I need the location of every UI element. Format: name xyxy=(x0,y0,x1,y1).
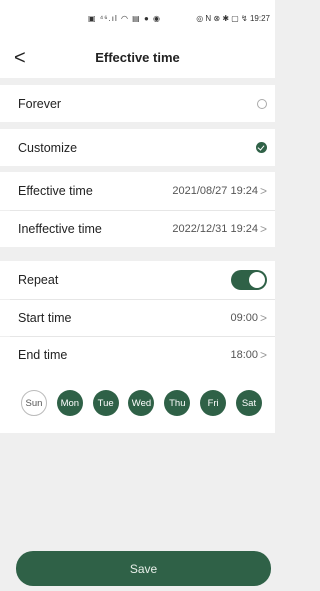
status-bar: ▣ ⁴⁶.ıl ◠ ▤ ● ◉ ◎ N ⊗ ✱ ▢ ↯ 19:27 xyxy=(0,0,275,38)
chevron-right-icon: > xyxy=(259,348,267,362)
day-tue[interactable]: Tue xyxy=(92,390,119,416)
status-clock: ◎ N ⊗ ✱ ▢ ↯ 19:27 xyxy=(196,14,270,23)
start-time-value: 09:00 xyxy=(230,312,258,324)
option-customize[interactable]: Customize xyxy=(0,129,275,166)
chevron-right-icon: > xyxy=(259,184,267,198)
effective-time-value: 2021/08/27 19:24 xyxy=(172,185,258,197)
nav-bar: < Effective time xyxy=(0,38,275,78)
option-forever[interactable]: Forever xyxy=(0,85,275,122)
page-title: Effective time xyxy=(95,50,180,65)
effective-time-label: Effective time xyxy=(18,184,93,198)
ineffective-time-value: 2022/12/31 19:24 xyxy=(172,223,258,235)
end-time-value: 18:00 xyxy=(230,349,258,361)
day-wed[interactable]: Wed xyxy=(128,390,155,416)
radio-checked-icon[interactable] xyxy=(256,142,267,153)
end-time-label: End time xyxy=(18,348,68,362)
repeat-label: Repeat xyxy=(18,273,59,287)
chevron-right-icon: > xyxy=(259,222,267,236)
weekday-selector: Sun Mon Tue Wed Thu Fri Sat xyxy=(0,373,275,433)
day-fri[interactable]: Fri xyxy=(200,390,227,416)
day-thu[interactable]: Thu xyxy=(164,390,191,416)
ineffective-time-row[interactable]: Ineffective time 2022/12/31 19:24 > xyxy=(0,211,275,247)
status-icons: ▣ ⁴⁶.ıl ◠ ▤ ● ◉ xyxy=(88,14,161,23)
end-time-row[interactable]: End time 18:00 > xyxy=(0,337,275,373)
day-mon[interactable]: Mon xyxy=(56,390,83,416)
toggle-knob xyxy=(249,272,265,288)
option-customize-label: Customize xyxy=(18,140,78,155)
radio-unchecked-icon[interactable] xyxy=(257,98,267,109)
chevron-right-icon: > xyxy=(259,311,267,325)
day-sun[interactable]: Sun xyxy=(21,390,47,416)
repeat-row: Repeat xyxy=(0,261,275,299)
start-time-row[interactable]: Start time 09:00 > xyxy=(0,300,275,336)
effective-time-row[interactable]: Effective time 2021/08/27 19:24 > xyxy=(0,172,275,210)
start-time-label: Start time xyxy=(18,311,72,325)
save-button[interactable]: Save xyxy=(16,551,271,586)
day-sat[interactable]: Sat xyxy=(235,390,262,416)
option-forever-label: Forever xyxy=(18,96,62,111)
repeat-toggle[interactable] xyxy=(231,270,267,290)
ineffective-time-label: Ineffective time xyxy=(18,222,102,236)
